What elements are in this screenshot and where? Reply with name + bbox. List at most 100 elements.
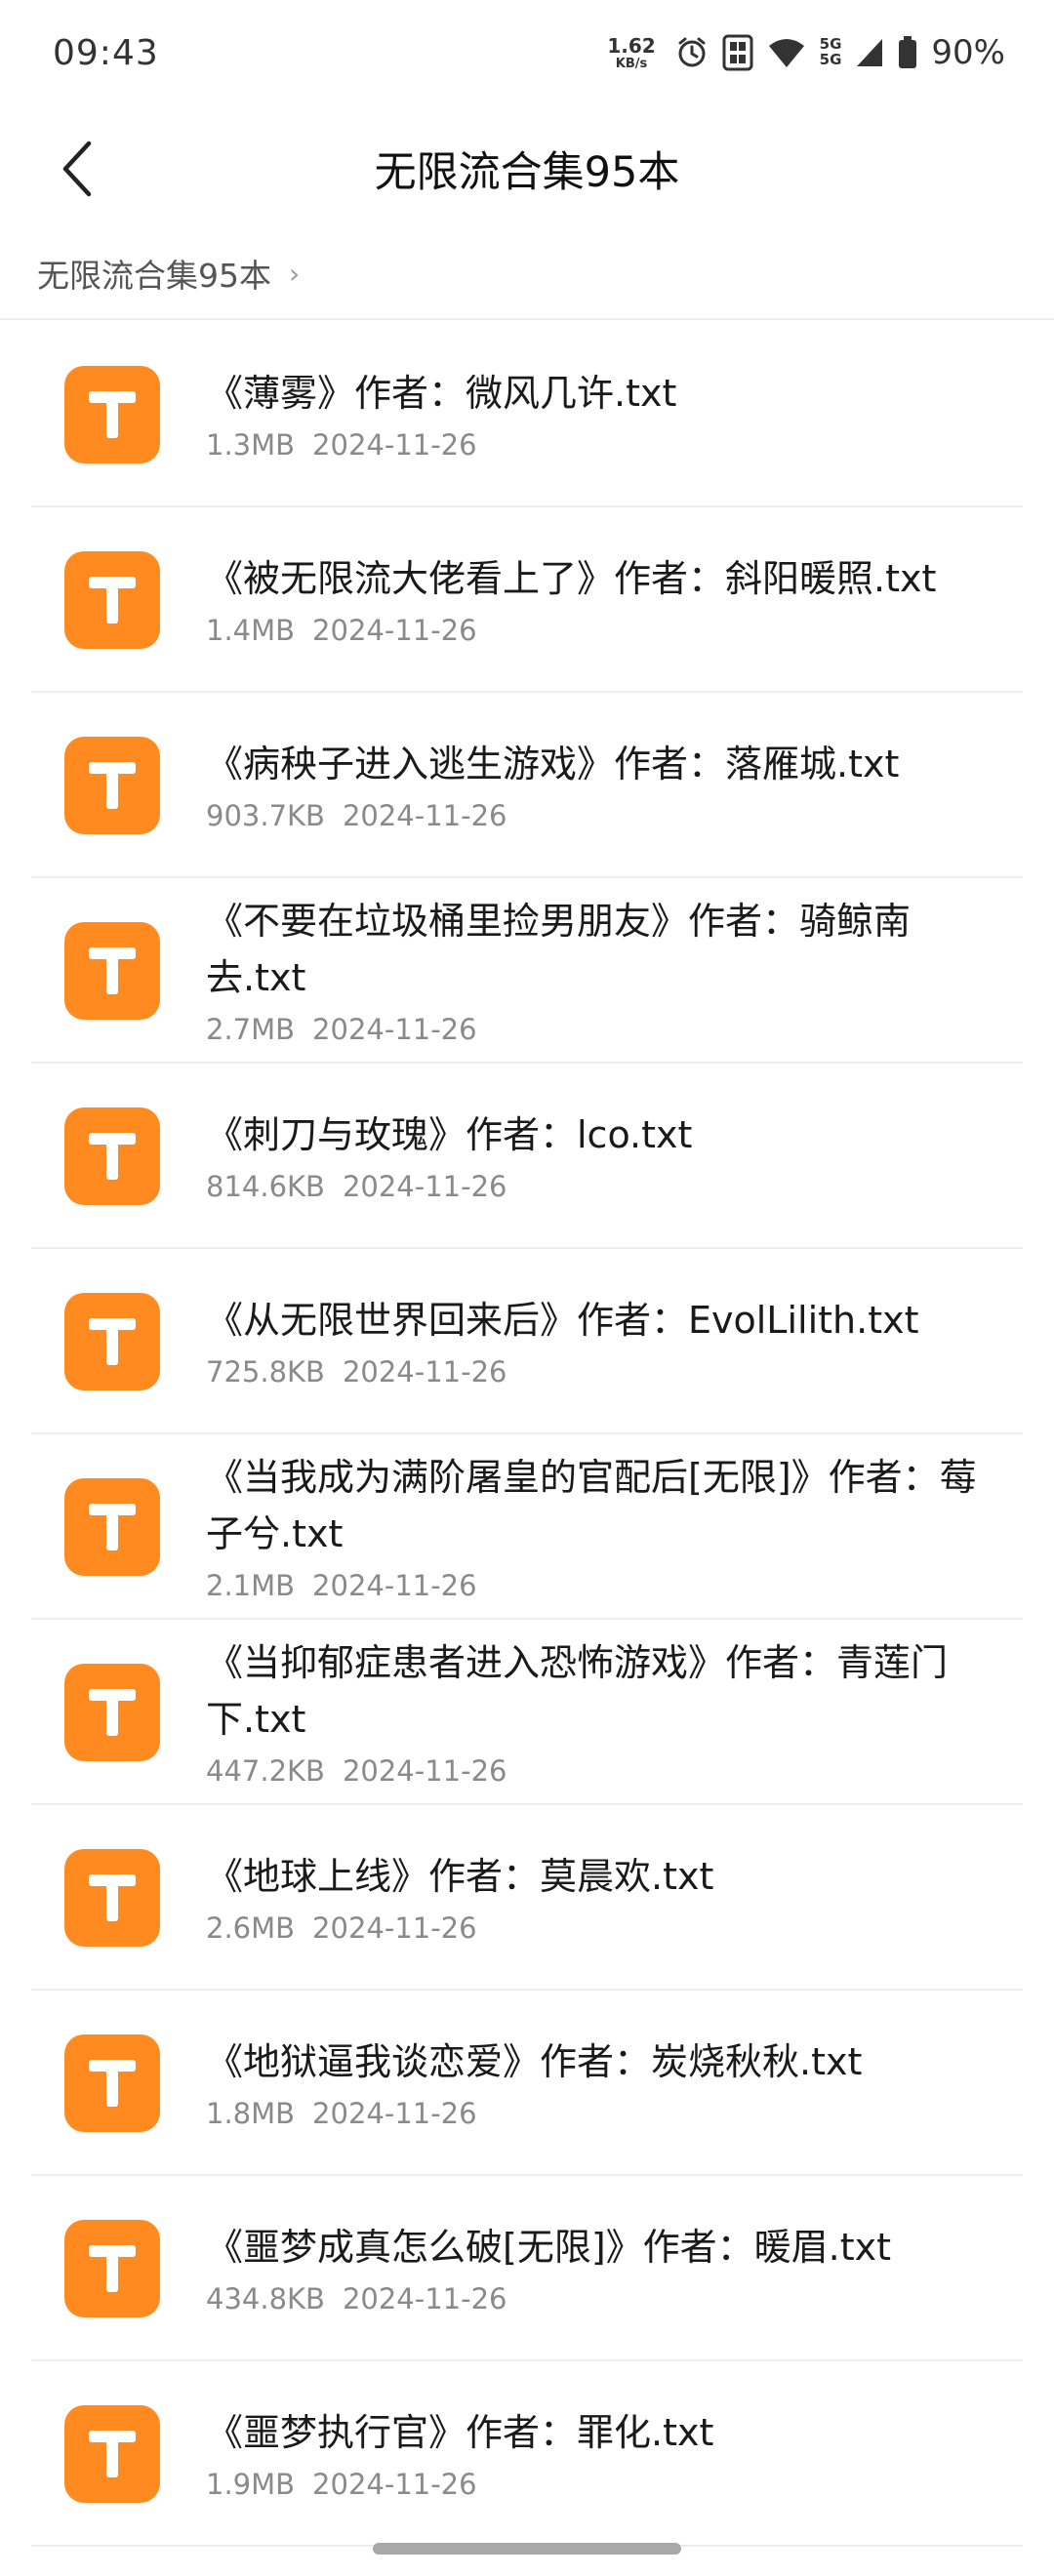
file-size: 903.7KB bbox=[206, 799, 325, 832]
file-text: 《噩梦执行官》作者：罪化.txt 1.9MB 2024-11-26 bbox=[206, 2361, 995, 2547]
file-text: 《当抑郁症患者进入恐怖游戏》作者：青莲门下.txt 447.2KB 2024-11-… bbox=[206, 1620, 995, 1805]
file-size: 1.8MB bbox=[206, 2097, 296, 2130]
file-meta: 725.8KB 2024-11-26 bbox=[206, 1352, 995, 1391]
home-indicator[interactable] bbox=[373, 2543, 681, 2555]
file-size: 1.9MB bbox=[206, 2468, 296, 2501]
battery-icon bbox=[898, 36, 917, 69]
network-type-bottom: 5G bbox=[819, 51, 842, 68]
file-list-item[interactable]: 《被无限流大佬看上了》作者：斜阳暖照.txt 1.4MB 2024-11-26 bbox=[0, 507, 1054, 693]
file-name: 《地球上线》作者：莫晨欢.txt bbox=[206, 1855, 714, 1898]
status-bar: 09:43 1.62 KB/s 5G 5G 90% bbox=[0, 0, 1054, 107]
file-date: 2024-11-26 bbox=[312, 614, 477, 647]
file-date: 2024-11-26 bbox=[312, 2097, 477, 2130]
file-list-item[interactable]: 《地球上线》作者：莫晨欢.txt 2.6MB 2024-11-26 bbox=[0, 1805, 1054, 1991]
file-text: 《当我成为满阶屠皇的官配后[无限]》作者：莓子兮.txt 2.1MB 2024-11… bbox=[206, 1434, 995, 1620]
file-text: 《噩梦成真怎么破[无限]》作者：暖眉.txt 434.8KB 2024-11-26 bbox=[206, 2176, 995, 2361]
file-meta: 2.6MB 2024-11-26 bbox=[206, 1909, 995, 1948]
file-text: 《地狱逼我谈恋爱》作者：炭烧秋秋.txt 1.8MB 2024-11-26 bbox=[206, 1991, 995, 2176]
file-list-item[interactable]: 《从无限世界回来后》作者：EvolLilith.txt 725.8KB 2024-1… bbox=[0, 1249, 1054, 1434]
file-meta: 2.7MB 2024-11-26 bbox=[206, 1010, 995, 1049]
file-list-item[interactable]: 《噩梦成真怎么破[无限]》作者：暖眉.txt 434.8KB 2024-11-26 bbox=[0, 2176, 1054, 2361]
status-time: 09:43 bbox=[53, 33, 159, 73]
file-name: 《刺刀与玫瑰》作者：lco.txt bbox=[206, 1113, 693, 1156]
alarm-icon bbox=[675, 36, 709, 69]
file-meta: 1.9MB 2024-11-26 bbox=[206, 2465, 995, 2504]
signal-bars-icon bbox=[855, 37, 884, 68]
breadcrumb-folder[interactable]: 无限流合集95本 bbox=[37, 250, 271, 297]
file-name: 《薄雾》作者：微风几许.txt bbox=[206, 372, 677, 415]
file-text: 《刺刀与玫瑰》作者：lco.txt 814.6KB 2024-11-26 bbox=[206, 1064, 995, 1249]
file-date: 2024-11-26 bbox=[312, 428, 477, 462]
file-list: 《薄雾》作者：微风几许.txt 1.3MB 2024-11-26 《被无限流大佬看上了… bbox=[0, 322, 1054, 2547]
txt-file-icon bbox=[64, 1293, 160, 1390]
file-date: 2024-11-26 bbox=[312, 1013, 477, 1046]
file-size: 434.8KB bbox=[206, 2282, 325, 2315]
file-size: 2.1MB bbox=[206, 1569, 296, 1602]
status-icons: 1.62 KB/s 5G 5G 90% bbox=[607, 29, 1005, 76]
file-meta: 1.3MB 2024-11-26 bbox=[206, 425, 995, 464]
battery-level: 90% bbox=[931, 33, 1005, 72]
file-date: 2024-11-26 bbox=[342, 1754, 507, 1788]
app-header: 无限流合集95本 bbox=[0, 117, 1054, 224]
txt-file-icon bbox=[64, 737, 160, 834]
file-date: 2024-11-26 bbox=[342, 1355, 507, 1389]
file-list-item[interactable]: 《刺刀与玫瑰》作者：lco.txt 814.6KB 2024-11-26 bbox=[0, 1064, 1054, 1249]
file-size: 2.6MB bbox=[206, 1912, 296, 1945]
file-meta: 1.4MB 2024-11-26 bbox=[206, 611, 995, 650]
file-date: 2024-11-26 bbox=[312, 1569, 477, 1602]
file-name: 《当抑郁症患者进入恐怖游戏》作者：青莲门下.txt bbox=[206, 1641, 949, 1741]
nfc-icon bbox=[722, 34, 753, 71]
file-list-item[interactable]: 《当抑郁症患者进入恐怖游戏》作者：青莲门下.txt 447.2KB 2024-11-… bbox=[0, 1620, 1054, 1805]
file-text: 《不要在垃圾桶里捡男朋友》作者：骑鲸南去.txt 2.7MB 2024-11-26 bbox=[206, 878, 995, 1064]
txt-file-icon bbox=[64, 922, 160, 1020]
file-size: 1.3MB bbox=[206, 428, 296, 462]
file-size: 725.8KB bbox=[206, 1355, 325, 1389]
file-date: 2024-11-26 bbox=[342, 2282, 507, 2315]
file-name: 《从无限世界回来后》作者：EvolLilith.txt bbox=[206, 1299, 919, 1342]
breadcrumb[interactable]: 无限流合集95本 › bbox=[37, 244, 300, 302]
wifi-icon bbox=[767, 36, 806, 69]
file-text: 《从无限世界回来后》作者：EvolLilith.txt 725.8KB 2024-1… bbox=[206, 1249, 995, 1434]
file-text: 《地球上线》作者：莫晨欢.txt 2.6MB 2024-11-26 bbox=[206, 1805, 995, 1991]
file-name: 《不要在垃圾桶里捡男朋友》作者：骑鲸南去.txt bbox=[206, 900, 912, 999]
txt-file-icon bbox=[64, 2405, 160, 2503]
page-title: 无限流合集95本 bbox=[374, 148, 680, 197]
file-list-item[interactable]: 《地狱逼我谈恋爱》作者：炭烧秋秋.txt 1.8MB 2024-11-26 bbox=[0, 1991, 1054, 2176]
file-date: 2024-11-26 bbox=[342, 799, 507, 832]
file-text: 《病秧子进入逃生游戏》作者：落雁城.txt 903.7KB 2024-11-26 bbox=[206, 693, 995, 878]
txt-file-icon bbox=[64, 551, 160, 649]
file-list-item[interactable]: 《薄雾》作者：微风几许.txt 1.3MB 2024-11-26 bbox=[0, 322, 1054, 507]
file-meta: 434.8KB 2024-11-26 bbox=[206, 2279, 995, 2318]
breadcrumb-chevron-icon: › bbox=[289, 257, 301, 290]
txt-file-icon bbox=[64, 2220, 160, 2317]
txt-file-icon bbox=[64, 1664, 160, 1761]
txt-file-icon bbox=[64, 1849, 160, 1947]
file-list-item[interactable]: 《噩梦执行官》作者：罪化.txt 1.9MB 2024-11-26 bbox=[0, 2361, 1054, 2547]
file-size: 814.6KB bbox=[206, 1170, 325, 1203]
txt-file-icon bbox=[64, 366, 160, 463]
network-speed-value: 1.62 bbox=[607, 33, 656, 58]
network-speed-unit: KB/s bbox=[615, 56, 648, 71]
file-name: 《地狱逼我谈恋爱》作者：炭烧秋秋.txt bbox=[206, 2040, 863, 2083]
file-date: 2024-11-26 bbox=[312, 2468, 477, 2501]
file-name: 《被无限流大佬看上了》作者：斜阳暖照.txt bbox=[206, 557, 937, 600]
file-meta: 903.7KB 2024-11-26 bbox=[206, 796, 995, 835]
network-speed: 1.62 KB/s bbox=[607, 36, 655, 70]
file-meta: 814.6KB 2024-11-26 bbox=[206, 1167, 995, 1206]
file-meta: 2.1MB 2024-11-26 bbox=[206, 1566, 995, 1605]
file-date: 2024-11-26 bbox=[342, 1170, 507, 1203]
cellular-signal: 5G 5G bbox=[819, 36, 842, 68]
file-name: 《当我成为满阶屠皇的官配后[无限]》作者：莓子兮.txt bbox=[206, 1456, 977, 1555]
file-list-item[interactable]: 《病秧子进入逃生游戏》作者：落雁城.txt 903.7KB 2024-11-26 bbox=[0, 693, 1054, 878]
file-list-item[interactable]: 《当我成为满阶屠皇的官配后[无限]》作者：莓子兮.txt 2.1MB 2024-11… bbox=[0, 1434, 1054, 1620]
file-date: 2024-11-26 bbox=[312, 1912, 477, 1945]
file-size: 447.2KB bbox=[206, 1754, 325, 1788]
file-size: 1.4MB bbox=[206, 614, 296, 647]
txt-file-icon bbox=[64, 2034, 160, 2132]
file-list-item[interactable]: 《不要在垃圾桶里捡男朋友》作者：骑鲸南去.txt 2.7MB 2024-11-26 bbox=[0, 878, 1054, 1064]
file-text: 《薄雾》作者：微风几许.txt 1.3MB 2024-11-26 bbox=[206, 322, 995, 507]
file-text: 《被无限流大佬看上了》作者：斜阳暖照.txt 1.4MB 2024-11-26 bbox=[206, 507, 995, 693]
file-meta: 447.2KB 2024-11-26 bbox=[206, 1751, 995, 1791]
txt-file-icon bbox=[64, 1107, 160, 1205]
txt-file-icon bbox=[64, 1478, 160, 1576]
